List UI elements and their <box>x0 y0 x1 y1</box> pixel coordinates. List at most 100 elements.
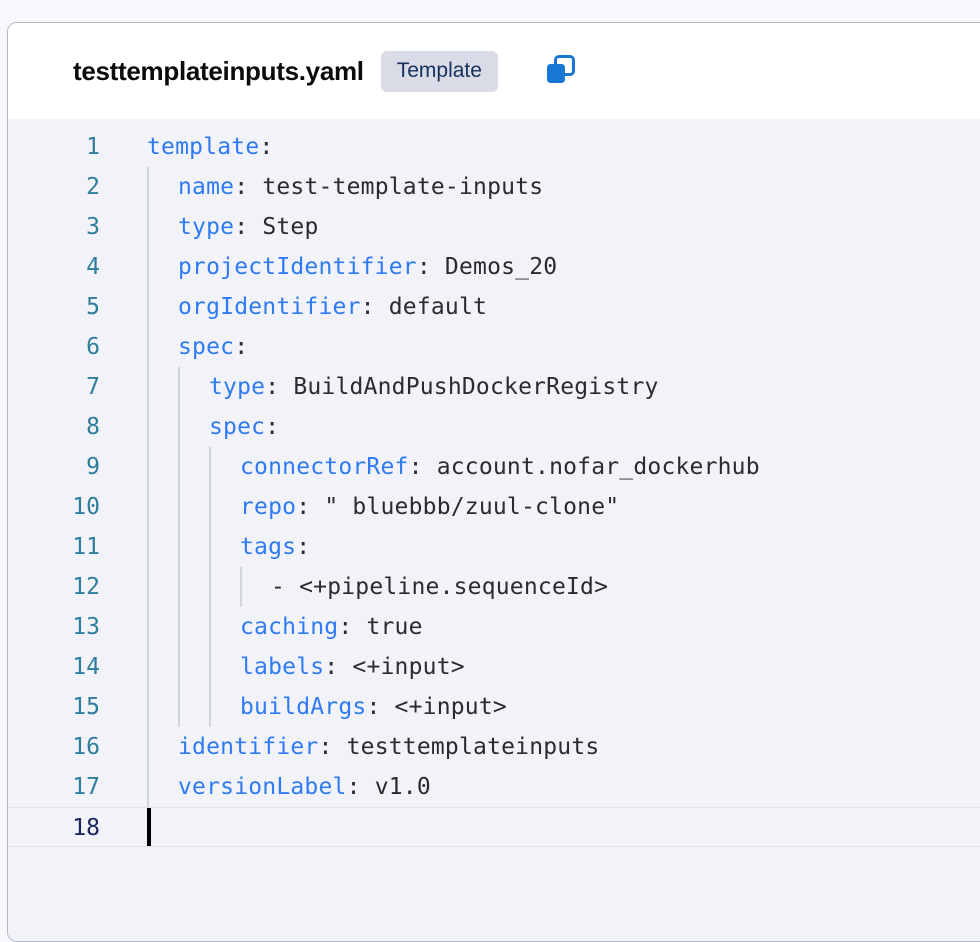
line-text: buildArgs: <+input> <box>240 687 507 727</box>
code-line[interactable]: 8 spec: <box>8 407 980 447</box>
code-line[interactable]: 4 projectIdentifier: Demos_20 <box>8 247 980 287</box>
code-line[interactable]: 11 tags: <box>8 527 980 567</box>
code-line[interactable]: 16 identifier: testtemplateinputs <box>8 727 980 767</box>
line-number: 17 <box>72 774 100 800</box>
yaml-key: spec <box>178 334 235 360</box>
yaml-key: name <box>178 174 235 200</box>
yaml-separator: : <box>360 294 389 320</box>
code-line[interactable]: 17 versionLabel: v1.0 <box>8 767 980 807</box>
yaml-value: default <box>388 294 488 320</box>
yaml-separator: : <box>408 454 437 480</box>
yaml-preview-card: testtemplateinputs.yaml Template 1 templa… <box>7 22 980 942</box>
yaml-separator: : <box>234 334 249 360</box>
line-number: 5 <box>86 294 100 320</box>
yaml-value: true <box>366 614 423 640</box>
line-text: - <+pipeline.sequenceId> <box>271 567 608 607</box>
code-lines: 1 template: 2 name: test-template-inputs 3 ty… <box>8 119 980 847</box>
yaml-value: test-template-inputs <box>262 174 544 200</box>
line-number: 1 <box>86 134 100 160</box>
yaml-value: Demos_20 <box>444 254 558 280</box>
yaml-separator: : <box>296 494 325 520</box>
yaml-key: labels <box>240 654 325 680</box>
yaml-value: v1.0 <box>374 774 431 800</box>
line-text: orgIdentifier: default <box>178 287 487 327</box>
yaml-separator: : <box>324 654 353 680</box>
line-text: spec: <box>209 407 279 447</box>
line-number: 8 <box>86 414 100 440</box>
yaml-separator: : <box>234 174 263 200</box>
code-line[interactable]: 14 labels: <+input> <box>8 647 980 687</box>
yaml-separator: : <box>234 214 263 240</box>
line-number: 14 <box>72 654 100 680</box>
yaml-separator: : <box>318 734 347 760</box>
yaml-key: caching <box>240 614 339 640</box>
line-text: connectorRef: account.nofar_dockerhub <box>240 447 760 487</box>
line-text: repo: " bluebbb/zuul-clone" <box>240 487 619 527</box>
line-number: 13 <box>72 614 100 640</box>
code-line[interactable]: 1 template: <box>8 127 980 167</box>
yaml-value: - <+pipeline.sequenceId> <box>271 574 609 600</box>
line-text: type: BuildAndPushDockerRegistry <box>209 367 659 407</box>
line-number: 16 <box>72 734 100 760</box>
code-line[interactable]: 6 spec: <box>8 327 980 367</box>
yaml-key: orgIdentifier <box>178 294 361 320</box>
line-text: type: Step <box>178 207 319 247</box>
line-number: 18 <box>72 815 100 841</box>
line-text: identifier: testtemplateinputs <box>178 727 599 767</box>
yaml-key: projectIdentifier <box>178 254 417 280</box>
yaml-separator: : <box>265 374 294 400</box>
yaml-value: BuildAndPushDockerRegistry <box>293 374 659 400</box>
code-line[interactable]: 2 name: test-template-inputs <box>8 167 980 207</box>
yaml-value: " bluebbb/zuul-clone" <box>324 494 620 520</box>
line-number: 3 <box>86 214 100 240</box>
yaml-key: buildArgs <box>240 694 367 720</box>
copy-icon <box>543 53 577 90</box>
line-number: 4 <box>86 254 100 280</box>
code-line[interactable]: 3 type: Step <box>8 207 980 247</box>
line-text: projectIdentifier: Demos_20 <box>178 247 557 287</box>
yaml-value: <+input> <box>394 694 507 720</box>
yaml-value: Step <box>262 214 319 240</box>
line-number: 11 <box>72 534 100 560</box>
yaml-key: repo <box>240 494 297 520</box>
code-line[interactable]: 10 repo: " bluebbb/zuul-clone" <box>8 487 980 527</box>
line-text: versionLabel: v1.0 <box>178 767 431 807</box>
line-text: labels: <+input> <box>240 647 465 687</box>
yaml-separator: : <box>265 414 280 440</box>
copy-button[interactable] <box>540 51 580 91</box>
code-line[interactable]: 7 type: BuildAndPushDockerRegistry <box>8 367 980 407</box>
yaml-key: spec <box>209 414 266 440</box>
yaml-key: template <box>147 134 260 160</box>
yaml-separator: : <box>346 774 375 800</box>
line-number: 10 <box>72 494 100 520</box>
yaml-value: testtemplateinputs <box>346 734 600 760</box>
code-line[interactable]: 18 <box>8 807 980 847</box>
line-number: 7 <box>86 374 100 400</box>
yaml-separator: : <box>416 254 445 280</box>
yaml-key: versionLabel <box>178 774 347 800</box>
line-number: 9 <box>86 454 100 480</box>
line-number: 6 <box>86 334 100 360</box>
yaml-key: type <box>178 214 235 240</box>
card-header: testtemplateinputs.yaml Template <box>8 23 980 119</box>
yaml-separator: : <box>338 614 367 640</box>
line-text: name: test-template-inputs <box>178 167 543 207</box>
line-number: 2 <box>86 174 100 200</box>
line-text: tags: <box>240 527 310 567</box>
code-line[interactable]: 9 connectorRef: account.nofar_dockerhub <box>8 447 980 487</box>
line-number: 12 <box>72 574 100 600</box>
status-badge: Template <box>380 50 498 92</box>
code-line[interactable]: 13 caching: true <box>8 607 980 647</box>
line-text: caching: true <box>240 607 423 647</box>
code-editor[interactable]: 1 template: 2 name: test-template-inputs 3 ty… <box>8 119 980 941</box>
yaml-separator: : <box>296 534 311 560</box>
code-line[interactable]: 12 - <+pipeline.sequenceId> <box>8 567 980 607</box>
code-line[interactable]: 5 orgIdentifier: default <box>8 287 980 327</box>
yaml-separator: : <box>366 694 395 720</box>
line-text: spec: <box>178 327 248 367</box>
yaml-key: type <box>209 374 266 400</box>
text-caret <box>147 808 151 846</box>
line-text: template: <box>147 127 273 167</box>
code-line[interactable]: 15 buildArgs: <+input> <box>8 687 980 727</box>
yaml-value: account.nofar_dockerhub <box>436 454 760 480</box>
